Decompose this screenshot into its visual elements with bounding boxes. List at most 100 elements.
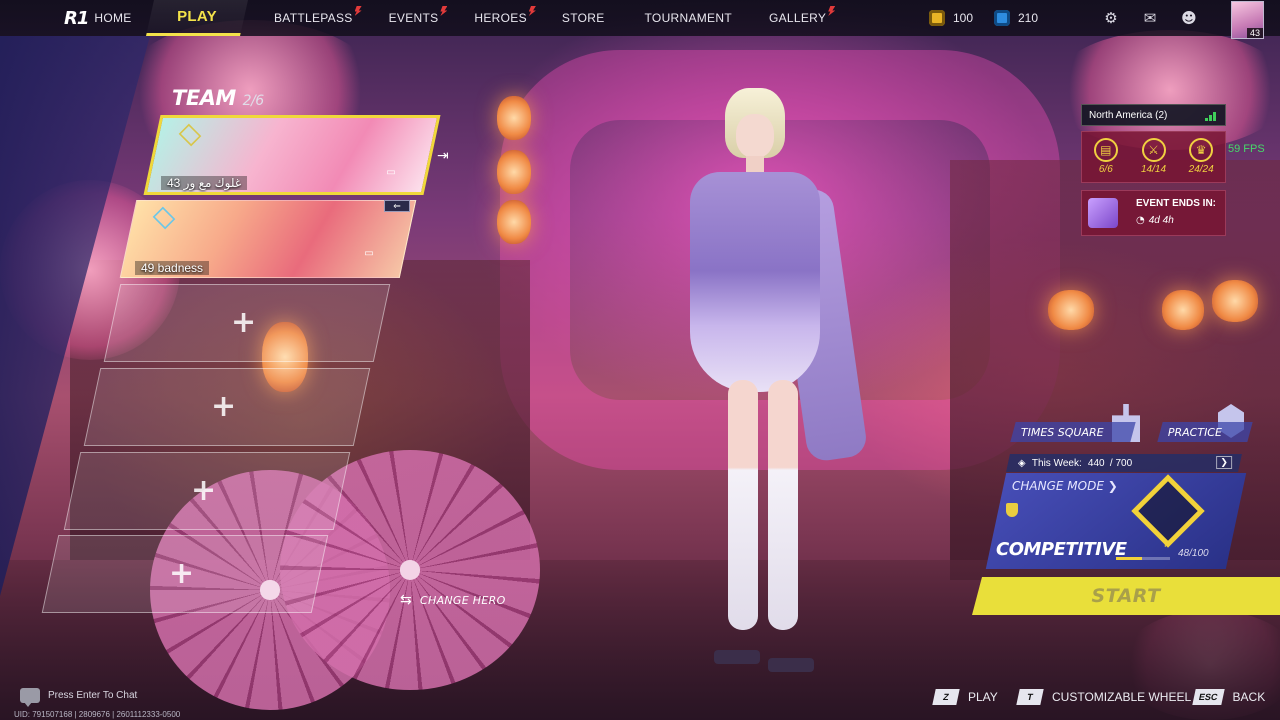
nav-tab-tournament[interactable]: TOURNAMENT [645, 0, 732, 36]
uid-text: UID: 791507168 | 2809676 | 2601112333-05… [14, 710, 181, 719]
game-logo: R1 [64, 7, 89, 29]
event-timer-panel[interactable]: EVENT ENDS IN: ◔ 4d 4h [1081, 190, 1226, 236]
notification-flag-icon [528, 6, 536, 16]
team-count: 2/6 [242, 93, 265, 109]
hero-leg [728, 380, 758, 630]
team-header: TEAM 2/6 [172, 86, 264, 110]
notification-flag-icon [354, 6, 362, 16]
event-time: 4d 4h [1148, 215, 1174, 226]
hero-face [736, 114, 774, 158]
team-slot-empty[interactable]: + [83, 368, 371, 446]
mission-count: 6/6 [1098, 164, 1113, 175]
nav-tab-heroes[interactable]: HEROES [474, 0, 536, 36]
nav-tab-heroes-label: HEROES [474, 11, 527, 25]
crossed-swords-icon: ⚔ [1141, 138, 1166, 162]
player-2-name: 49 badness [135, 261, 210, 275]
nav-tab-gallery-label: GALLERY [768, 11, 827, 25]
nav-tab-play[interactable]: PLAY [146, 0, 248, 36]
weekly-icon: ◈ [1018, 457, 1026, 469]
mission-combat[interactable]: ⚔ 14/14 [1130, 132, 1178, 182]
rank-emblem-icon [1131, 474, 1205, 548]
lantern [1048, 290, 1094, 330]
chat-bubble-icon [20, 688, 40, 707]
mode-tab-times-square-label: TIMES SQUARE [1021, 425, 1104, 439]
gem-currency[interactable]: 210 [994, 10, 1038, 26]
change-hero-button[interactable]: ⇆ CHANGE HERO [400, 592, 506, 608]
clock-icon: ◔ [1136, 215, 1145, 226]
mission-tracker[interactable]: ▤ 6/6 ⚔ 14/14 ♛ 24/24 [1081, 131, 1226, 183]
mission-count: 14/14 [1140, 164, 1167, 175]
hint-back-label: BACK [1232, 690, 1266, 704]
mode-tab-practice[interactable]: PRACTICE [1157, 422, 1253, 442]
rank-progress-bar [1116, 557, 1170, 560]
leave-party-icon[interactable]: ⇥ [437, 148, 449, 164]
hero-shoe [768, 658, 814, 672]
rank-badge-icon [152, 206, 176, 230]
change-mode-button[interactable]: CHANGE MODE ❯ [1012, 479, 1118, 493]
signal-strength-icon [1205, 111, 1217, 121]
mode-card[interactable]: CHANGE MODE ❯ COMPETITIVE II 48/100 [985, 473, 1247, 569]
chat-bubble-icon: ▭ [364, 248, 374, 259]
nav-tab-gallery[interactable]: GALLERY [768, 0, 836, 36]
start-button[interactable]: START [972, 577, 1280, 615]
lantern [1162, 290, 1204, 330]
team-slot-player-2[interactable]: ▭ 49 badness [119, 200, 417, 278]
lantern [497, 96, 531, 140]
trophy-icon: ♛ [1189, 138, 1214, 162]
team-slot-player-1[interactable]: ▭ 43 غلوك مع ور [143, 115, 441, 195]
key-z: Z [932, 689, 960, 705]
mission-daily[interactable]: ▤ 6/6 [1082, 132, 1130, 182]
chat-prompt[interactable]: Press Enter To Chat [20, 688, 137, 707]
team-slot-empty[interactable]: + [41, 535, 329, 613]
friends-icon[interactable]: ☻ [1181, 10, 1197, 26]
mode-tab-times-square[interactable]: TIMES SQUARE [1010, 422, 1136, 442]
lantern [497, 150, 531, 194]
rank-tier: II [1164, 539, 1170, 549]
hint-customizable-wheel[interactable]: T CUSTOMIZABLE WHEEL [1016, 689, 1191, 705]
change-hero-label: CHANGE HERO [420, 593, 506, 607]
chat-bubble-icon: ▭ [386, 167, 396, 178]
team-title: TEAM [172, 86, 236, 110]
swap-slot-icon[interactable]: ⇐ [384, 200, 410, 212]
nav-home-link[interactable]: R1 HOME [0, 0, 146, 36]
top-navigation-bar: R1 HOME PLAY BATTLEPASS EVENTS HEROES ST… [0, 0, 1280, 39]
nav-home-label: HOME [94, 11, 132, 25]
rank-progress-text: 48/100 [1178, 548, 1209, 559]
nav-tab-battlepass[interactable]: BATTLEPASS [274, 0, 362, 36]
nav-tab-store[interactable]: STORE [562, 0, 605, 36]
gold-currency[interactable]: 100 [929, 10, 973, 26]
hero-shoe [714, 650, 760, 664]
region-selector[interactable]: North America (2) [1081, 104, 1226, 126]
chevron-right-icon[interactable]: ❯ [1216, 456, 1233, 469]
weekly-progress[interactable]: ◈ This Week: 440 / 700 ❯ [1006, 454, 1242, 472]
region-label: North America (2) [1089, 109, 1168, 121]
team-slot-empty[interactable]: + [63, 452, 351, 530]
lantern [497, 200, 531, 244]
team-slot-empty[interactable]: + [103, 284, 391, 362]
hint-play[interactable]: Z PLAY [932, 689, 998, 705]
gem-coin-icon [994, 10, 1010, 26]
nav-tab-events-label: EVENTS [388, 11, 439, 25]
gold-amount: 100 [953, 11, 974, 25]
mission-trophy[interactable]: ♛ 24/24 [1177, 132, 1225, 182]
player-level: 43 [1246, 28, 1263, 38]
nav-tab-events[interactable]: EVENTS [388, 0, 448, 36]
nav-tab-battlepass-label: BATTLEPASS [274, 11, 353, 25]
rank-progress-fill [1116, 557, 1142, 560]
hint-back[interactable]: ESC BACK [1192, 689, 1266, 705]
notification-flag-icon [440, 6, 448, 16]
rank-badge-icon [178, 123, 202, 147]
weekly-value: 440 [1087, 457, 1105, 469]
add-player-icon: + [211, 389, 237, 424]
shield-icon [1006, 503, 1018, 517]
settings-gear-icon[interactable]: ⚙ [1103, 10, 1119, 26]
hero-leg [768, 380, 798, 630]
mail-icon[interactable]: ✉ [1142, 10, 1158, 26]
add-player-icon: + [231, 305, 257, 340]
player-avatar[interactable]: 43 [1231, 1, 1264, 39]
fps-counter: 59 FPS [1228, 143, 1265, 155]
mode-tab-practice-label: PRACTICE [1168, 425, 1223, 439]
weekly-total: / 700 [1110, 457, 1133, 469]
event-time-row: ◔ 4d 4h [1136, 215, 1174, 226]
hint-play-label: PLAY [968, 690, 998, 704]
